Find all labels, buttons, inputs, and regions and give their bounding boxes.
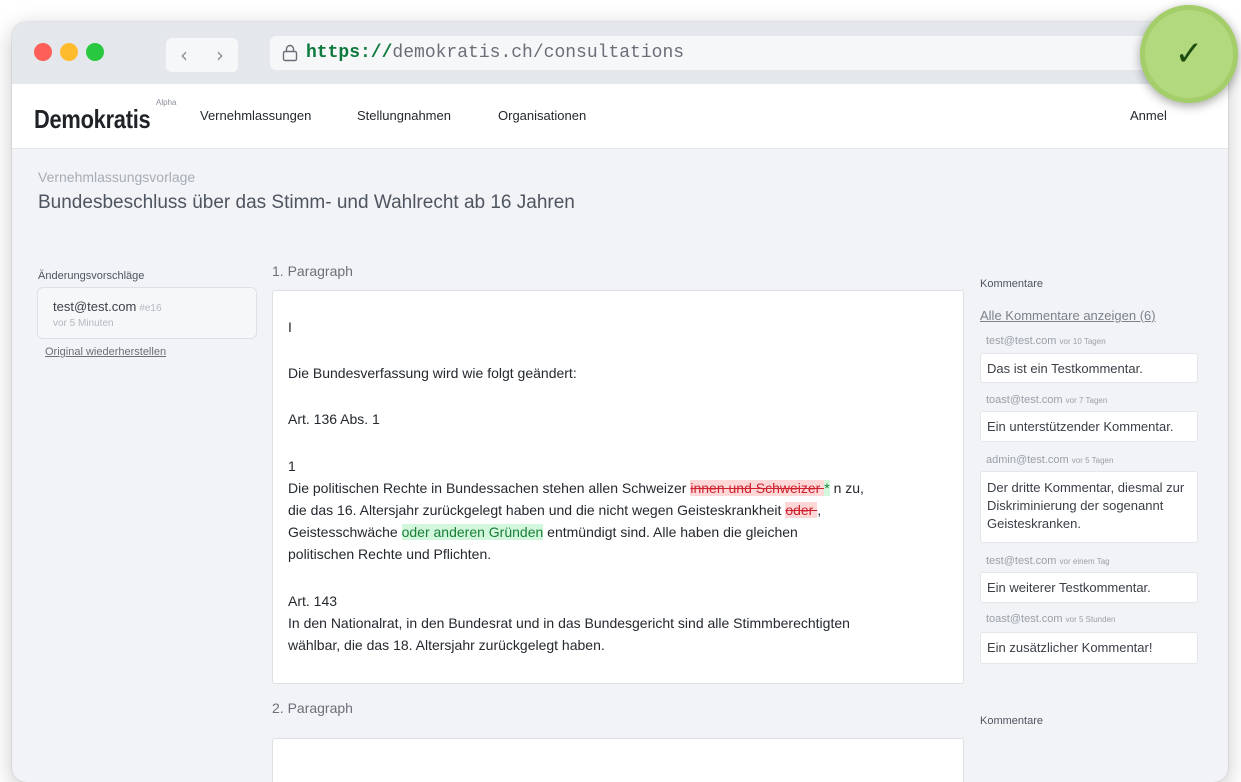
comment-meta: test@test.com vor einem Tag [986, 555, 1110, 567]
article-body: Art. 143 In den Nationalrat, in den Bund… [288, 590, 948, 656]
show-all-comments-link[interactable]: Alle Kommentare anzeigen (6) [980, 308, 1156, 323]
comment-box: Ein weiterer Testkommentar. [980, 572, 1198, 603]
text-line: I [288, 319, 292, 335]
comment-meta: admin@test.com vor 5 Tagen [986, 454, 1114, 466]
maximize-window-button[interactable] [86, 43, 104, 61]
change-author: test@test.com [53, 299, 137, 314]
paragraph-editor[interactable]: I Die Bundesverfassung wird wie folgt ge… [272, 290, 964, 684]
change-proposal-card[interactable]: test@test.com #e16 vor 5 Minuten [37, 287, 257, 339]
comment-meta: toast@test.com vor 7 Tagen [986, 394, 1108, 406]
deleted-text: oder [785, 502, 818, 518]
paragraph-heading: 1. Paragraph [272, 263, 353, 279]
close-window-button[interactable] [34, 43, 52, 61]
text-line: In den Nationalrat, in den Bundesrat und… [288, 615, 850, 631]
text-line: politischen Rechte und Pflichten. [288, 546, 492, 562]
history-buttons: ‹ › [166, 38, 238, 72]
comment-box: Das ist ein Testkommentar. [980, 353, 1198, 383]
comment-meta: test@test.com vor 10 Tagen [986, 335, 1106, 347]
comment-box: Ein unterstützender Kommentar. [980, 411, 1198, 442]
paragraph-heading: 2. Paragraph [272, 700, 353, 716]
text-line: Die Bundesverfassung wird wie folgt geän… [288, 365, 577, 381]
site-logo[interactable]: Demokratis [34, 104, 151, 135]
text-line: Die politischen Rechte in Bundessachen s… [288, 480, 864, 496]
lock-icon [282, 44, 298, 62]
browser-window: ‹ › https://demokratis.ch/consultations … [12, 22, 1228, 782]
text-line: Geistesschwäche oder anderen Gründen ent… [288, 524, 798, 540]
comment-box: Der dritte Kommentar, diesmal zur Diskri… [980, 471, 1198, 543]
minimize-window-button[interactable] [60, 43, 78, 61]
top-navigation: Demokratis Alpha Vernehmlassungen Stellu… [12, 84, 1228, 149]
comments-heading: Kommentare [980, 278, 1043, 290]
change-id: #e16 [139, 303, 162, 314]
article-title: Art. 143 [288, 593, 338, 609]
chevron-right-icon[interactable]: › [202, 38, 238, 72]
nav-link-stellungnahmen[interactable]: Stellungnahmen [357, 108, 451, 123]
chevron-left-icon[interactable]: ‹ [166, 38, 202, 72]
checkmark-badge-icon: ✓ [1140, 5, 1238, 103]
url-protocol: https:// [306, 43, 393, 63]
breadcrumb: Vernehmlassungsvorlage [38, 169, 196, 185]
page-title: Bundesbeschluss über das Stimm- und Wahl… [38, 192, 575, 213]
url-host: demokratis.ch/consultations [392, 43, 685, 63]
alpha-badge: Alpha [156, 98, 177, 107]
nav-link-vernehmlassungen[interactable]: Vernehmlassungen [200, 108, 311, 123]
inserted-text: oder anderen Gründen [401, 524, 544, 540]
text-line: wählbar, die das 18. Altersjahr zurückge… [288, 637, 605, 653]
comment-meta: toast@test.com vor 5 Stunden [986, 613, 1116, 625]
comments-heading: Kommentare [980, 715, 1043, 727]
text-line: die das 16. Altersjahr zurückgelegt habe… [288, 502, 822, 518]
address-bar[interactable]: https://demokratis.ch/consultations [270, 36, 1210, 70]
article-title: Art. 136 Abs. 1 [288, 411, 380, 427]
browser-toolbar: ‹ › https://demokratis.ch/consultations [12, 22, 1228, 84]
restore-original-link[interactable]: Original wiederherstellen [45, 346, 166, 358]
changes-heading: Änderungsvorschläge [38, 270, 145, 282]
nav-link-organisationen[interactable]: Organisationen [498, 108, 586, 123]
change-time: vor 5 Minuten [53, 318, 114, 329]
paragraph-editor[interactable] [272, 738, 964, 782]
deleted-text: innen und Schweizer [690, 480, 825, 496]
text-line: 1 [288, 458, 296, 474]
article-body: 1 Die politischen Rechte in Bundessachen… [288, 455, 948, 565]
comment-box: Ein zusätzlicher Kommentar! [980, 632, 1198, 664]
login-link[interactable]: Anmel [1130, 108, 1167, 123]
